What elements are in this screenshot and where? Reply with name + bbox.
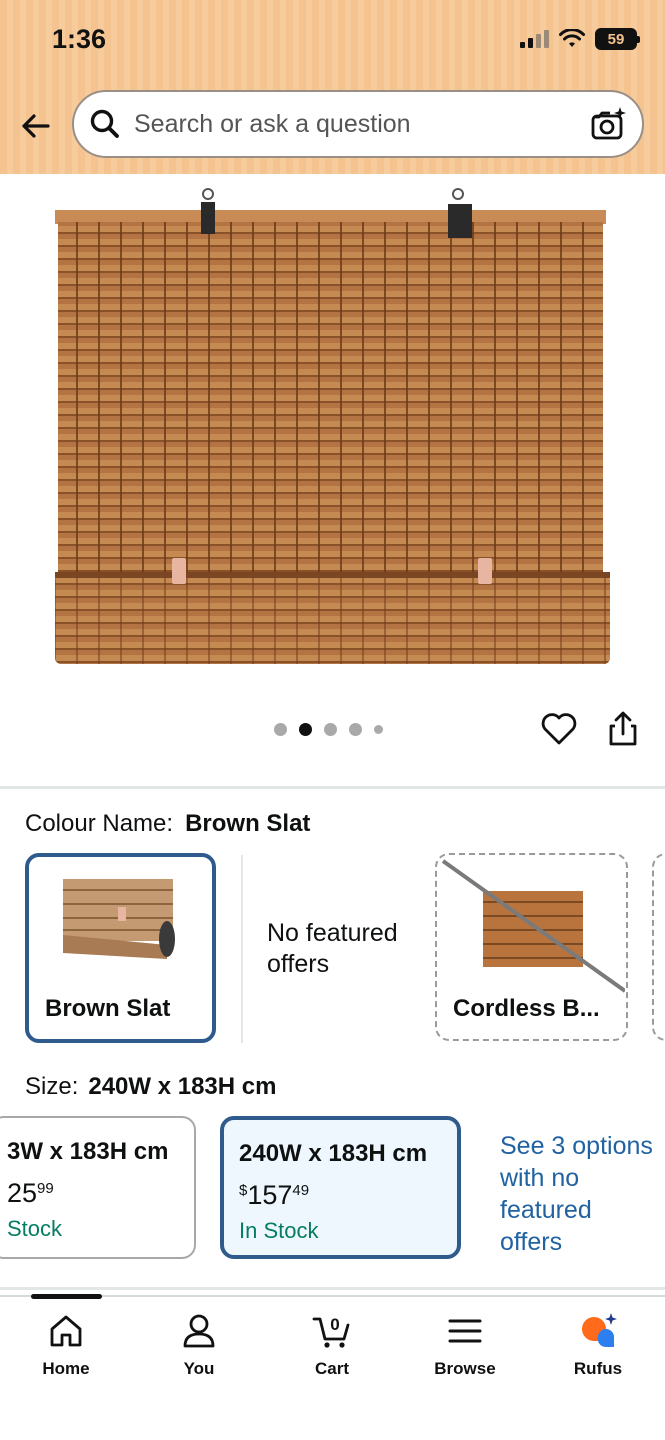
product-image-roller-blind[interactable] xyxy=(0,174,665,684)
nav-browse[interactable]: Browse xyxy=(420,1311,510,1379)
nav-rufus[interactable]: Rufus xyxy=(553,1311,643,1379)
swatch-label: Cordless B... xyxy=(453,995,600,1022)
price-whole: 157 xyxy=(247,1180,293,1210)
size-option-stock: In Stock xyxy=(239,1218,319,1243)
nav-browse-label: Browse xyxy=(434,1359,496,1378)
colour-swatch-cordless[interactable]: Cordless B... xyxy=(435,853,628,1041)
section-divider xyxy=(0,1287,665,1290)
nav-active-indicator xyxy=(31,1294,102,1299)
status-icons: 59 xyxy=(520,28,640,50)
carousel-dot[interactable] xyxy=(349,723,362,736)
back-arrow-icon[interactable] xyxy=(18,108,54,144)
colour-swatch-selected[interactable]: Brown Slat xyxy=(25,853,216,1043)
price-fraction: 49 xyxy=(292,1182,310,1199)
nav-home[interactable]: Home xyxy=(21,1311,111,1379)
no-featured-offers-text: No featured offers xyxy=(267,919,398,978)
size-option-price: $15749 xyxy=(239,1180,309,1211)
menu-icon xyxy=(448,1319,482,1343)
nav-you[interactable]: You xyxy=(154,1311,244,1379)
cart-icon: 0 xyxy=(312,1315,350,1348)
see-more-options-link[interactable]: See 3 options with no featured offers xyxy=(500,1130,660,1258)
search-input[interactable] xyxy=(134,109,588,139)
colour-selected-value: Brown Slat xyxy=(185,810,311,837)
size-option-price: 2599 xyxy=(7,1178,54,1209)
carousel-dot[interactable] xyxy=(374,725,383,734)
battery-icon: 59 xyxy=(595,28,640,50)
camera-icon[interactable] xyxy=(588,104,628,144)
colour-label-text: Colour Name: xyxy=(25,810,174,837)
cart-count: 0 xyxy=(330,1315,339,1334)
share-icon[interactable] xyxy=(604,710,642,748)
colour-swatch-partial[interactable] xyxy=(652,853,665,1041)
size-option-card-selected[interactable]: 240W x 183H cm $15749 In Stock xyxy=(220,1116,461,1259)
header: 1:36 59 xyxy=(0,0,665,174)
price-fraction: 99 xyxy=(37,1180,54,1197)
search-icon xyxy=(90,109,119,138)
size-label-text: Size: xyxy=(25,1073,79,1100)
size-option-stock: Stock xyxy=(7,1216,63,1241)
size-option-name: 3W x 183H cm xyxy=(7,1138,169,1165)
nav-cart[interactable]: 0 Cart xyxy=(287,1311,377,1379)
price-currency: $ xyxy=(239,1182,248,1199)
signal-icon xyxy=(520,30,549,48)
swatch-separator xyxy=(241,855,243,1043)
size-option-name: 240W x 183H cm xyxy=(239,1140,428,1167)
wifi-icon xyxy=(559,29,585,47)
nav-home-label: Home xyxy=(42,1359,90,1378)
bottom-navigation: Home You 0 Cart Browse Rufus xyxy=(0,1294,665,1440)
home-icon xyxy=(50,1315,82,1347)
search-bar[interactable] xyxy=(72,90,644,158)
status-time: 1:36 xyxy=(52,24,107,54)
rufus-icon xyxy=(582,1313,617,1348)
nav-rufus-label: Rufus xyxy=(573,1359,623,1378)
swatch-thumbnail xyxy=(441,859,625,993)
size-option-card[interactable]: 3W x 183H cm 2599 Stock xyxy=(0,1116,196,1259)
section-divider xyxy=(0,786,665,789)
heart-icon[interactable] xyxy=(540,710,578,748)
colour-label: Colour Name: Brown Slat xyxy=(25,810,310,838)
carousel-dot[interactable] xyxy=(324,723,337,736)
price-whole: 25 xyxy=(7,1178,38,1208)
image-carousel-dots[interactable] xyxy=(274,723,383,736)
carousel-dot[interactable] xyxy=(274,723,287,736)
size-label: Size: 240W x 183H cm xyxy=(25,1073,276,1101)
size-selected-value: 240W x 183H cm xyxy=(88,1073,277,1100)
swatch-label: Brown Slat xyxy=(45,995,171,1022)
person-icon xyxy=(183,1314,215,1348)
nav-cart-label: Cart xyxy=(314,1359,349,1378)
battery-level: 59 xyxy=(607,30,625,48)
swatch-thumbnail xyxy=(63,879,175,959)
nav-you-label: You xyxy=(183,1359,215,1378)
carousel-dot-active[interactable] xyxy=(299,723,312,736)
